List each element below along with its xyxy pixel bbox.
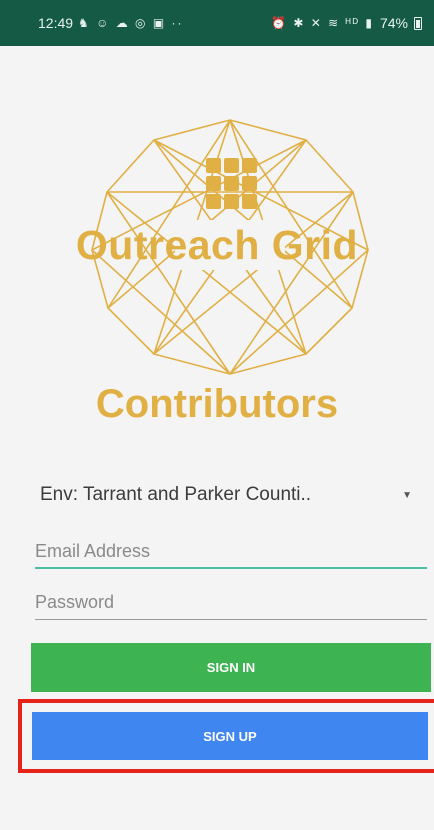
brand-name: Outreach Grid bbox=[75, 222, 359, 268]
notification-icons: ♞ ☺ ☁ ◎ ▣ ·· bbox=[78, 16, 184, 30]
battery-icon bbox=[414, 16, 422, 30]
app-subtitle: Contributors bbox=[95, 382, 339, 426]
status-bar: 12:49 ♞ ☺ ☁ ◎ ▣ ·· ⏰ ✱ ✕ ≋ ᴴᴰ ▮ 74% bbox=[0, 0, 434, 46]
battery-percent: 74% bbox=[379, 15, 408, 31]
status-right: ⏰ ✱ ✕ ≋ ᴴᴰ ▮ 74% bbox=[271, 15, 422, 31]
status-left: 12:49 ♞ ☺ ☁ ◎ ▣ ·· bbox=[38, 15, 184, 31]
environment-select[interactable]: Env: Tarrant and Parker Counti.. ▼ bbox=[40, 478, 418, 512]
sign-in-button[interactable]: SIGN IN bbox=[31, 643, 431, 692]
system-icons: ⏰ ✱ ✕ ≋ ᴴᴰ ▮ bbox=[271, 16, 374, 30]
sign-up-button[interactable]: SIGN UP bbox=[32, 712, 428, 760]
status-time: 12:49 bbox=[38, 15, 74, 31]
email-field[interactable] bbox=[35, 535, 427, 569]
password-field[interactable] bbox=[35, 586, 427, 620]
environment-select-value: Env: Tarrant and Parker Counti.. bbox=[40, 484, 312, 505]
caret-down-icon: ▼ bbox=[402, 489, 412, 501]
